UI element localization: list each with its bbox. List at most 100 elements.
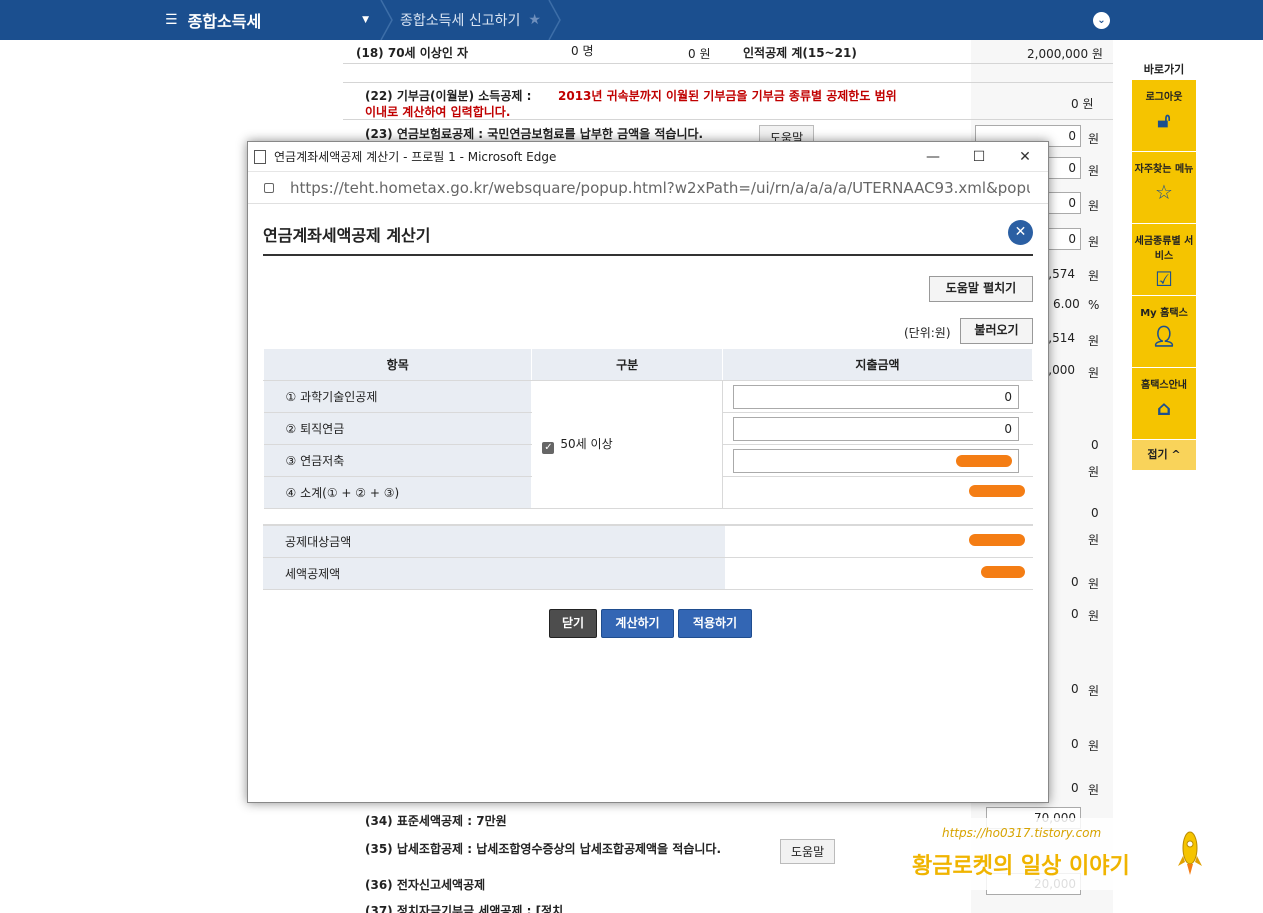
row22-amount: 0 원 <box>1071 97 1094 111</box>
quick-tax-services-label: 세금종류별 서비스 <box>1134 236 1194 262</box>
calculate-button[interactable]: 계산하기 <box>601 609 674 638</box>
amount-value: 0 <box>1091 506 1099 520</box>
close-window-icon[interactable]: ✕ <box>1002 142 1048 172</box>
rate-value: 6.00 <box>1053 297 1080 311</box>
won-unit: 원 <box>1088 465 1100 479</box>
checkbox-icon: ☑ <box>1155 267 1173 291</box>
pension-savings-amount-input[interactable] <box>732 448 1019 473</box>
watermark-url: https://ho0317.tistory.com <box>942 826 1102 840</box>
row23-label: (23) 연금보험료공제 : 국민연금보험료를 납부한 금액을 적습니다. <box>365 127 704 141</box>
deductible-amount-value <box>725 525 1033 558</box>
quick-logout-label: 로그아웃 <box>1145 92 1183 103</box>
amount-cell: 0 <box>722 380 1033 413</box>
breadcrumb-separator-icon <box>380 0 393 40</box>
window-titlebar: 연금계좌세액공제 계산기 - 프로필 1 - Microsoft Edge — … <box>248 142 1048 172</box>
table-row: ① 과학기술인공제 ✓ 50세 이상 0 <box>263 380 1033 509</box>
won-unit: 원 <box>1088 235 1100 249</box>
row18-amount: 0 원 <box>688 47 711 61</box>
hamburger-icon: ☰ <box>165 12 178 28</box>
quick-logout-button[interactable]: 로그아웃 🔓︎ <box>1132 80 1196 152</box>
redaction-mark <box>981 565 1025 578</box>
age-50-label: 50세 이상 <box>560 437 613 451</box>
won-unit: 원 <box>1088 334 1100 348</box>
url-text: https://teht.hometax.go.kr/websquare/pop… <box>290 178 1030 197</box>
address-bar[interactable]: https://teht.hometax.go.kr/websquare/pop… <box>248 172 1048 204</box>
deductible-amount-label: 공제대상금액 <box>263 525 726 558</box>
amount-value: 0 <box>1071 575 1079 589</box>
age-category-cell: ✓ 50세 이상 <box>531 380 723 509</box>
amount-value: 0 <box>1091 438 1099 452</box>
minimize-icon[interactable]: — <box>910 142 956 172</box>
main-menu-label: 종합소득세 <box>187 12 262 31</box>
amount-value: 0 <box>1071 737 1079 751</box>
row37-label: (37) 정치자금기부금 세액공제 : [정치 <box>365 904 564 913</box>
close-button[interactable]: 닫기 <box>549 609 597 638</box>
expand-chevron-icon[interactable]: ⌄ <box>1093 12 1110 29</box>
star-icon: ☆ <box>1155 180 1173 204</box>
amount-value: 0 <box>1071 781 1079 795</box>
table-row: 세액공제액 <box>263 557 1033 590</box>
won-unit: 원 <box>1088 269 1100 283</box>
science-tech-amount-input[interactable]: 0 <box>732 384 1019 409</box>
won-unit: 원 <box>1088 684 1100 698</box>
amount-value: 0 <box>1071 607 1079 621</box>
column-header-category: 구분 <box>531 348 723 381</box>
close-icon[interactable]: ✕ <box>1008 220 1033 245</box>
popup-title: 연금계좌세액공제 계산기 <box>263 226 431 245</box>
column-header-item: 항목 <box>262 348 533 381</box>
document-icon <box>254 149 266 164</box>
personal-deduction-total-label: 인적공제 계(15~21) <box>743 46 857 60</box>
row22-notice-1: 2013년 귀속분까지 이월된 기부금을 기부금 종류별 공제한도 범위 <box>558 89 897 103</box>
percent-unit: % <box>1088 298 1100 312</box>
tab-label: 종합소득세 신고하기 <box>400 13 521 29</box>
quick-fold-button[interactable]: 접기 ^ <box>1132 440 1196 470</box>
won-unit: 원 <box>1088 199 1100 213</box>
row35-help-button[interactable]: 도움말 <box>780 839 836 864</box>
quick-my-hometax-label: My 홈택스 <box>1140 308 1188 319</box>
column-header-amount: 지출금액 <box>721 348 1034 381</box>
quick-tax-services-button[interactable]: 세금종류별 서비스 ☑ <box>1132 224 1196 296</box>
home-icon: ⌂ <box>1156 396 1172 420</box>
window-title: 연금계좌세액공제 계산기 - 프로필 1 - Microsoft Edge <box>274 150 557 164</box>
table-row: (18) 70세 이상인 자 0 명 0 원 인적공제 계(15~21) 2,0… <box>343 40 1113 64</box>
favorite-star-icon[interactable]: ★ <box>528 12 541 28</box>
tab-income-tax-filing[interactable]: 종합소득세 신고하기 ★ <box>400 0 541 40</box>
retirement-pension-amount-input[interactable]: 0 <box>732 416 1019 441</box>
row18-count: 0 명 <box>571 44 594 58</box>
quick-guide-button[interactable]: 홈택스안내 ⌂ <box>1132 368 1196 440</box>
summary-table: 공제대상금액 세액공제액 <box>263 524 1033 590</box>
row34-label: (34) 표준세액공제 : 7만원 <box>365 814 507 828</box>
quick-my-hometax-button[interactable]: My 홈택스 👤︎ <box>1132 296 1196 368</box>
calculator-table: 항목 구분 지출금액 ① 과학기술인공제 ✓ 50세 이상 0 ② 퇴직연금 0 … <box>262 348 1034 509</box>
amount-cell: 0 <box>722 412 1033 445</box>
quick-guide-label: 홈택스안내 <box>1141 380 1187 391</box>
quick-favorites-label: 자주찾는 메뉴 <box>1134 164 1194 175</box>
personal-deduction-total-amount: 2,000,000 원 <box>1027 47 1103 61</box>
won-unit: 원 <box>1088 132 1100 146</box>
rocket-icon <box>1178 831 1202 875</box>
quick-favorites-button[interactable]: 자주찾는 메뉴 ☆ <box>1132 152 1196 224</box>
apply-button[interactable]: 적용하기 <box>678 609 752 638</box>
table-header-row: 항목 구분 지출금액 <box>262 348 1034 381</box>
top-navigation-bar: ☰ 종합소득세 ▼ 종합소득세 신고하기 ★ ⌄ <box>0 0 1263 40</box>
load-button[interactable]: 불러오기 <box>960 318 1033 344</box>
amount-cell <box>722 444 1033 477</box>
maximize-icon[interactable]: ☐ <box>956 142 1002 172</box>
redaction-mark <box>968 485 1025 497</box>
main-menu-dropdown[interactable]: ☰ 종합소득세 ▼ <box>155 0 383 40</box>
lock-icon: 🔓︎ <box>1157 108 1171 132</box>
redaction-mark <box>955 454 1012 467</box>
amount-value: 0 <box>1071 682 1079 696</box>
calculator-popup-window: 연금계좌세액공제 계산기 - 프로필 1 - Microsoft Edge — … <box>247 141 1049 803</box>
watermark-title: 황금로켓의 일상 이야기 <box>912 854 1130 879</box>
row36-label: (36) 전자신고세액공제 <box>365 878 486 892</box>
help-expand-button[interactable]: 도움말 펼치기 <box>929 276 1033 302</box>
won-unit: 원 <box>1088 783 1100 797</box>
checkmark-icon: ✓ <box>542 442 555 454</box>
age-50-checkbox[interactable]: ✓ 50세 이상 <box>542 437 613 454</box>
table-row: (22) 기부금(이월분) 소득공제 : 2013년 귀속분까지 이월된 기부금… <box>343 82 1113 120</box>
redaction-mark <box>969 533 1025 546</box>
quick-menu: 바로가기 로그아웃 🔓︎ 자주찾는 메뉴 ☆ 세금종류별 서비스 ☑ My 홈택… <box>1132 60 1196 470</box>
table-row: 공제대상금액 <box>263 525 1033 558</box>
won-unit: 원 <box>1088 533 1100 547</box>
